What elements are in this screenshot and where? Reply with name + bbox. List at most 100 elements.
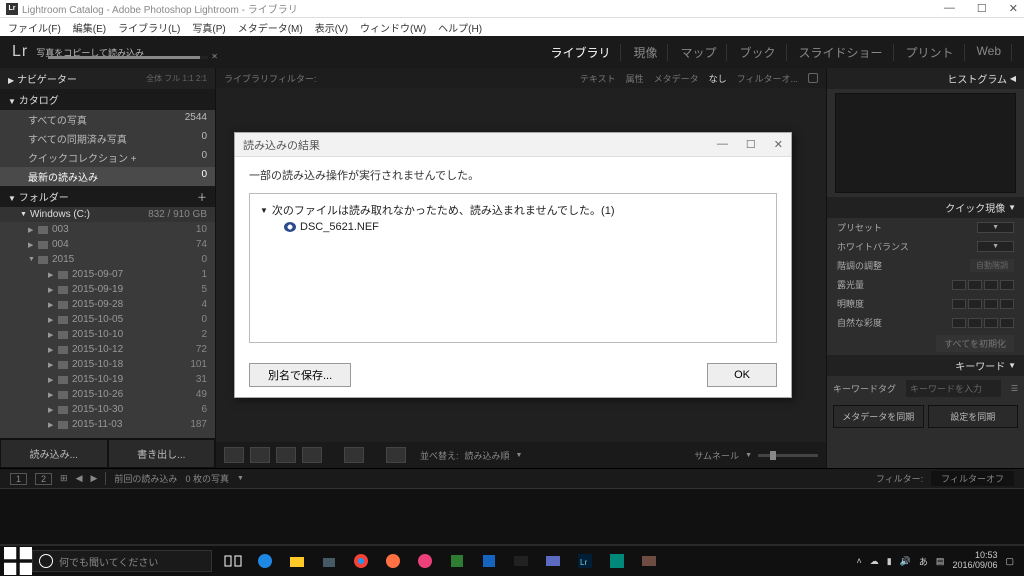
taskbar-clock[interactable]: 10:53 2016/09/06 xyxy=(952,551,997,571)
menu-metadata[interactable]: メタデータ(M) xyxy=(238,20,303,35)
excel-icon[interactable] xyxy=(442,547,472,575)
misc-app-icon[interactable] xyxy=(602,547,632,575)
folder-row[interactable]: ▶00474 xyxy=(0,237,215,252)
sync-metadata-button[interactable]: メタデータを同期 xyxy=(833,405,924,428)
menu-view[interactable]: 表示(V) xyxy=(315,20,348,35)
keywords-header[interactable]: キーワード ▼ xyxy=(827,355,1024,376)
chrome-icon[interactable] xyxy=(346,547,376,575)
folder-row[interactable]: ▶2015-10-1931 xyxy=(0,372,215,387)
folder-row[interactable]: ▼20150 xyxy=(0,252,215,267)
module-develop[interactable]: 現像 xyxy=(623,44,668,61)
module-slideshow[interactable]: スライドショー xyxy=(789,44,894,61)
network-icon[interactable]: ▤ xyxy=(936,556,945,567)
module-book[interactable]: ブック xyxy=(729,44,786,61)
screen2-button[interactable]: 2 xyxy=(35,473,52,485)
painter-icon[interactable] xyxy=(344,447,364,463)
sync-settings-button[interactable]: 設定を同期 xyxy=(928,405,1019,428)
menu-photo[interactable]: 写真(P) xyxy=(192,20,225,35)
import-button[interactable]: 読み込み... xyxy=(0,439,108,468)
histogram-header[interactable]: ヒストグラム ◀ xyxy=(827,68,1024,89)
lightroom-task-icon[interactable]: Lr xyxy=(570,547,600,575)
battery-icon[interactable]: ▮ xyxy=(887,556,892,567)
dialog-maximize-icon[interactable]: ☐ xyxy=(746,138,756,151)
module-web[interactable]: Web xyxy=(967,44,1012,61)
folder-row[interactable]: ▶2015-11-03187 xyxy=(0,417,215,432)
ime-icon[interactable]: あ xyxy=(919,555,928,568)
nav-back-icon[interactable]: ◀ xyxy=(76,473,83,484)
dialog-minimize-icon[interactable]: — xyxy=(717,138,728,151)
keyword-input[interactable]: キーワードを入力 xyxy=(906,380,1001,397)
firefox-icon[interactable] xyxy=(378,547,408,575)
screen1-button[interactable]: 1 xyxy=(10,473,27,485)
taskbar-search[interactable]: 何でも聞いてください xyxy=(32,550,212,572)
add-folder-icon[interactable]: ＋ xyxy=(197,189,207,204)
folder-row[interactable]: ▶00310 xyxy=(0,222,215,237)
menu-edit[interactable]: 編集(E) xyxy=(73,20,106,35)
dialog-close-icon[interactable]: ✕ xyxy=(774,138,783,151)
filter-none[interactable]: なし xyxy=(709,72,727,85)
source-label[interactable]: 前回の読み込み xyxy=(105,472,177,485)
edge-icon[interactable] xyxy=(250,547,280,575)
folder-row[interactable]: ▶2015-10-050 xyxy=(0,312,215,327)
folder-row[interactable]: ▶2015-09-284 xyxy=(0,297,215,312)
disclosure-icon[interactable]: ▼ xyxy=(260,206,268,215)
terminal-icon[interactable] xyxy=(506,547,536,575)
outlook-icon[interactable] xyxy=(474,547,504,575)
sort-mode[interactable]: 読み込み順 xyxy=(465,449,510,462)
onedrive-icon[interactable]: ☁ xyxy=(870,556,879,567)
filter-preset[interactable]: フィルターオ... xyxy=(737,72,798,85)
filter-lock-icon[interactable] xyxy=(808,73,818,83)
start-button[interactable] xyxy=(4,547,32,575)
folder-row[interactable]: ▶2015-10-2649 xyxy=(0,387,215,402)
photo-app-icon[interactable] xyxy=(538,547,568,575)
tone-row[interactable]: 階調の調整自動階調 xyxy=(827,256,1024,275)
preset-row[interactable]: プリセット▼ xyxy=(827,218,1024,237)
folder-row[interactable]: ▶2015-10-306 xyxy=(0,402,215,417)
nav-fwd-icon[interactable]: ▶ xyxy=(91,473,98,484)
module-library[interactable]: ライブラリ xyxy=(540,44,621,61)
drive-row[interactable]: ▼Windows (C:)832 / 910 GB xyxy=(0,207,215,222)
catalog-all-photos[interactable]: すべての写真2544 xyxy=(0,110,215,129)
store-icon[interactable] xyxy=(314,547,344,575)
folder-row[interactable]: ▶2015-09-195 xyxy=(0,282,215,297)
itunes-icon[interactable] xyxy=(410,547,440,575)
filmstrip[interactable] xyxy=(0,488,1024,544)
ok-button[interactable]: OK xyxy=(707,363,777,387)
catalog-quick-collection[interactable]: クイックコレクション +0 xyxy=(0,148,215,167)
quickdev-header[interactable]: クイック現像 ▼ xyxy=(827,197,1024,218)
navigator-header[interactable]: ▶ ナビゲーター 全体 フル 1:1 2:1 xyxy=(0,68,215,89)
folder-row[interactable]: ▶2015-10-18101 xyxy=(0,357,215,372)
tray-chevron-icon[interactable]: ˄ xyxy=(856,556,861,566)
grid-toggle-icon[interactable]: ⊞ xyxy=(60,473,68,484)
catalog-header[interactable]: ▼ カタログ xyxy=(0,89,215,110)
folder-row[interactable]: ▶2015-10-1272 xyxy=(0,342,215,357)
wb-row[interactable]: ホワイトバランス▼ xyxy=(827,237,1024,256)
misc-app2-icon[interactable] xyxy=(634,547,664,575)
menu-library[interactable]: ライブラリ(L) xyxy=(118,20,180,35)
notifications-icon[interactable]: ▢ xyxy=(1005,556,1014,567)
menu-window[interactable]: ウィンドウ(W) xyxy=(360,20,426,35)
filter-status-value[interactable]: フィルターオフ xyxy=(931,471,1014,486)
compare-view-icon[interactable] xyxy=(276,447,296,463)
filter-metadata[interactable]: メタデータ xyxy=(654,72,699,85)
volume-icon[interactable]: 🔊 xyxy=(900,556,911,567)
loupe-view-icon[interactable] xyxy=(250,447,270,463)
minimize-button[interactable]: — xyxy=(944,2,955,15)
task-view-icon[interactable] xyxy=(218,547,248,575)
catalog-last-import[interactable]: 最新の読み込み0 xyxy=(0,167,215,186)
sort-chevron-icon[interactable]: ▼ xyxy=(516,452,523,459)
menu-file[interactable]: ファイル(F) xyxy=(8,20,61,35)
menu-help[interactable]: ヘルプ(H) xyxy=(438,20,482,35)
maximize-button[interactable]: ☐ xyxy=(977,2,987,15)
explorer-icon[interactable] xyxy=(282,547,312,575)
source-chevron-icon[interactable]: ▼ xyxy=(237,475,244,482)
reset-row[interactable]: すべてを初期化 xyxy=(827,332,1024,355)
filter-text[interactable]: テキスト xyxy=(580,72,616,85)
module-map[interactable]: マップ xyxy=(670,44,727,61)
keyword-menu-icon[interactable]: ☰ xyxy=(1011,384,1018,393)
sort-direction-icon[interactable] xyxy=(386,447,406,463)
module-print[interactable]: プリント xyxy=(896,44,965,61)
thumbnail-chevron-icon[interactable]: ▼ xyxy=(745,452,752,459)
save-as-button[interactable]: 別名で保存... xyxy=(249,363,351,387)
error-file-row[interactable]: DSC_5621.NEF xyxy=(260,218,766,233)
